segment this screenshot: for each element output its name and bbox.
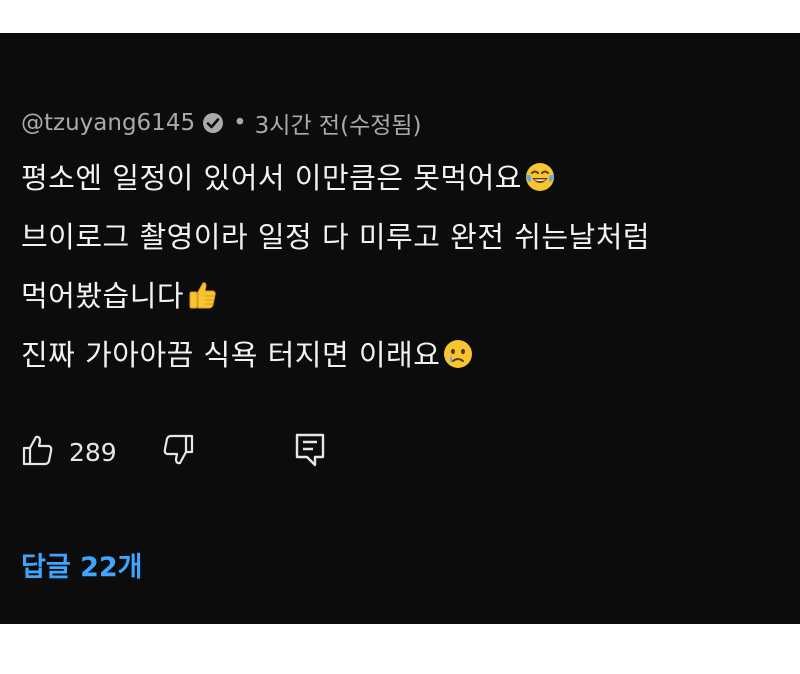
crying-face-icon [442, 331, 474, 368]
comment-line-text: 먹어봤습니다 [21, 279, 185, 313]
face-with-tears-of-joy-icon [524, 154, 556, 191]
comment-body: 평소엔 일정이 있어서 이만큼은 못먹어요 브이로그 촬영이라 일정 다 미루고… [21, 149, 781, 385]
reply-button[interactable] [293, 432, 327, 472]
thumbs-down-outline-icon [161, 433, 195, 471]
verified-check-icon [202, 112, 224, 134]
like-count: 289 [69, 437, 117, 467]
like-button[interactable]: 289 [21, 433, 117, 471]
thumbs-up-outline-icon [21, 433, 55, 471]
dislike-button[interactable] [161, 433, 195, 471]
comment-actions: 289 [21, 430, 327, 474]
comment-line: 먹어봤습니다 [21, 267, 781, 326]
comment-meta: @tzuyang6145 • 3시간 전(수정됨) [21, 105, 422, 141]
comment-timestamp[interactable]: 3시간 전(수정됨) [255, 106, 422, 140]
meta-separator: • [233, 110, 247, 136]
screenshot: @tzuyang6145 • 3시간 전(수정됨) 평소엔 일정이 있어서 이만… [0, 0, 800, 674]
thumbs-up-icon [186, 272, 218, 309]
view-replies-link[interactable]: 답글 22개 [21, 545, 143, 584]
comment-line-text: 진짜 가아아끔 식욕 터지면 이래요 [21, 338, 441, 372]
author-handle[interactable]: @tzuyang6145 [21, 110, 195, 136]
comment-line: 브이로그 촬영이라 일정 다 미루고 완전 쉬는날처럼 [21, 208, 781, 267]
comment-line-text: 평소엔 일정이 있어서 이만큼은 못먹어요 [21, 161, 522, 195]
comment-line-text: 브이로그 촬영이라 일정 다 미루고 완전 쉬는날처럼 [21, 220, 651, 254]
comment-line: 평소엔 일정이 있어서 이만큼은 못먹어요 [21, 149, 781, 208]
comment-line: 진짜 가아아끔 식욕 터지면 이래요 [21, 326, 781, 385]
comment-reply-icon [293, 432, 327, 472]
